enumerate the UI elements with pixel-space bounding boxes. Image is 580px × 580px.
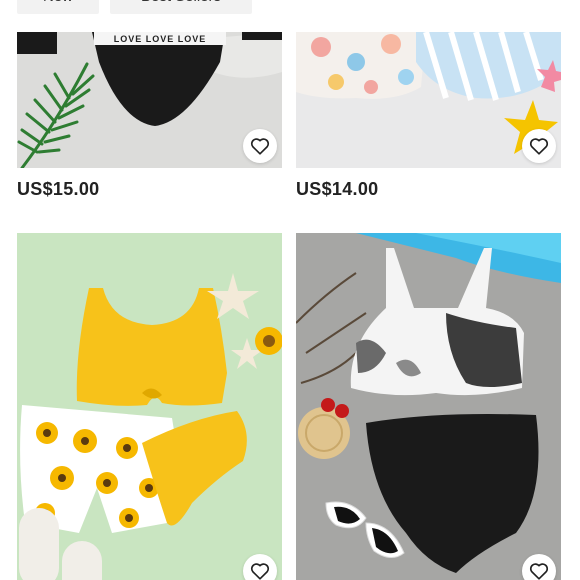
product-card[interactable]: [17, 233, 282, 580]
product-price: US$14.00: [296, 179, 379, 199]
heart-outline-icon: [250, 138, 270, 155]
product-card[interactable]: LOVE LOVE LOVE US$15.00: [17, 32, 282, 200]
product-photo-yellow-sunflower-set: [17, 233, 282, 580]
wishlist-button[interactable]: [243, 554, 277, 580]
heart-outline-icon: [250, 563, 270, 580]
product-image[interactable]: [17, 233, 282, 580]
product-card[interactable]: US$14.00: [296, 32, 561, 200]
svg-text:LOVE LOVE LOVE: LOVE LOVE LOVE: [114, 34, 207, 44]
filter-chip-best-sellers[interactable]: Best Sellers: [110, 0, 252, 14]
heart-outline-icon: [529, 138, 549, 155]
product-photo-tiedye-bikini: [296, 233, 561, 580]
wishlist-button[interactable]: [522, 554, 556, 580]
product-price: US$15.00: [17, 179, 100, 199]
product-image[interactable]: LOVE LOVE LOVE: [17, 32, 282, 168]
product-card[interactable]: [296, 233, 561, 580]
product-image[interactable]: [296, 233, 561, 580]
heart-outline-icon: [529, 563, 549, 580]
product-image[interactable]: [296, 32, 561, 168]
wishlist-button[interactable]: [522, 129, 556, 163]
filter-chip-new[interactable]: New: [17, 0, 99, 14]
wishlist-button[interactable]: [243, 129, 277, 163]
